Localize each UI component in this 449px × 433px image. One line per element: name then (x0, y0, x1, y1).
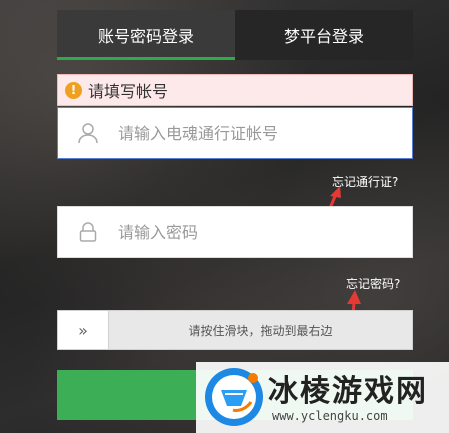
warning-icon: ! (65, 81, 82, 99)
account-field[interactable] (57, 107, 413, 159)
password-field[interactable] (57, 206, 413, 258)
slider-instruction: 请按住滑块，拖动到最右边 (188, 323, 333, 338)
watermark-url: www.yclengku.com (272, 409, 388, 423)
tab-label: 账号密码登录 (97, 27, 194, 46)
tab-label: 梦平台登录 (283, 27, 364, 46)
slider-captcha: » 请按住滑块，拖动到最右边 (57, 310, 413, 350)
error-message: ! 请填写帐号 (57, 74, 413, 106)
tab-platform-login[interactable]: 梦平台登录 (235, 10, 413, 60)
double-chevron-right-icon: » (78, 320, 88, 340)
password-input[interactable] (118, 222, 388, 242)
login-tabs: 账号密码登录 梦平台登录 (57, 10, 413, 60)
watermark-title: 冰棱游戏网 (268, 374, 428, 409)
error-text: 请填写帐号 (88, 82, 169, 101)
slider-handle[interactable]: » (58, 311, 109, 349)
watermark-logo (205, 368, 263, 426)
watermark: 冰棱游戏网 www.yclengku.com (196, 362, 449, 433)
tab-account-password[interactable]: 账号密码登录 (57, 10, 235, 60)
user-icon (58, 122, 118, 144)
account-input[interactable] (118, 123, 388, 143)
lock-icon (58, 222, 118, 242)
